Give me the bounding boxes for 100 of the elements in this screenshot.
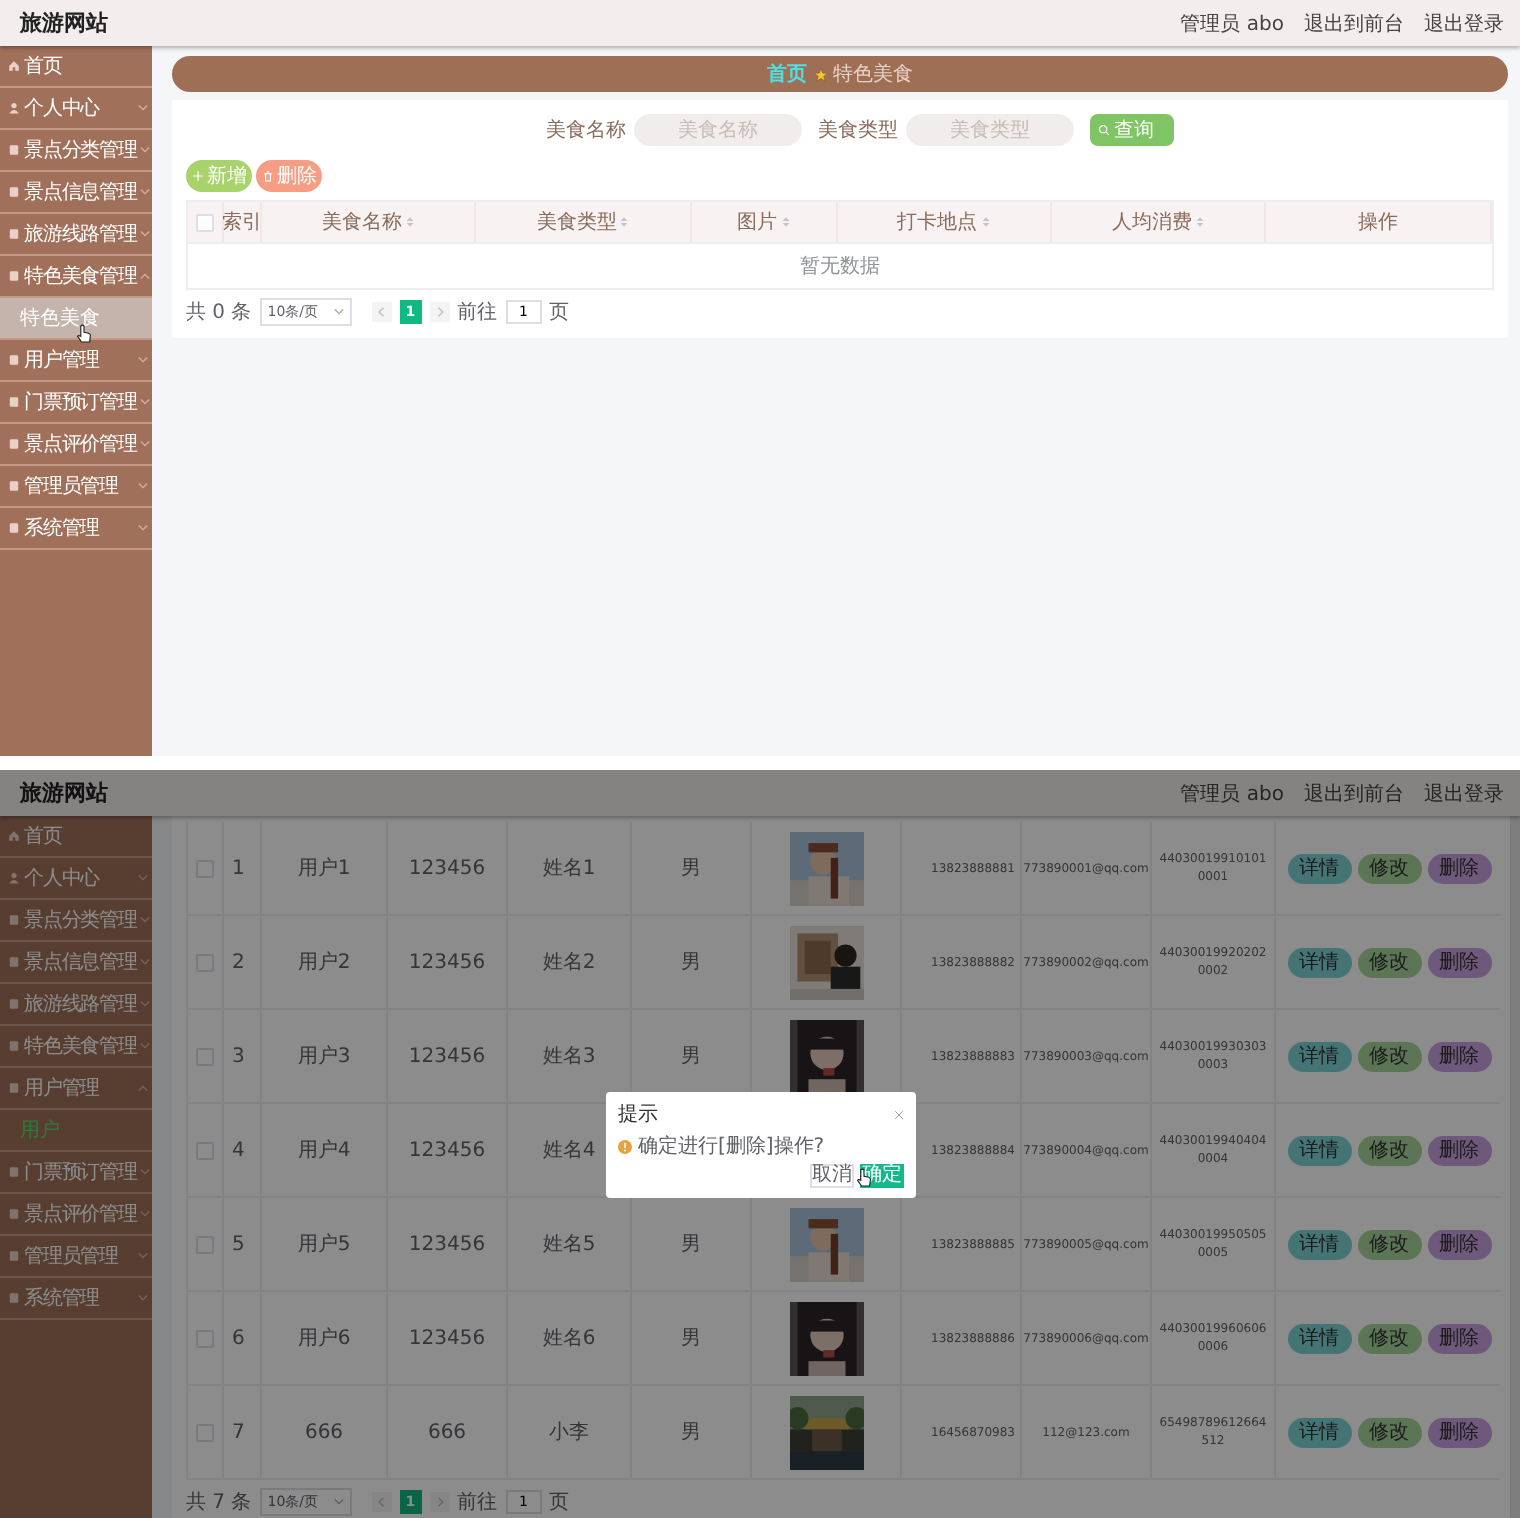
edit-button[interactable]: 修改 [1357, 853, 1421, 883]
document-icon [8, 998, 20, 1010]
details-button[interactable]: 详情 [1287, 1041, 1351, 1071]
document-icon [8, 1250, 20, 1262]
search-label: 美食类型 [818, 117, 898, 144]
column-header[interactable]: 美食名称 [322, 208, 415, 236]
chevron-down-icon [140, 440, 151, 448]
star-icon [813, 67, 827, 81]
previous-page-icon[interactable] [371, 300, 392, 324]
delete-button[interactable]: 删除 [1427, 1229, 1491, 1259]
page-unit: 页 [549, 300, 570, 326]
sidebar-subitem[interactable]: 特色美食 [0, 298, 152, 340]
document-icon [8, 956, 20, 968]
edit-button[interactable]: 修改 [1357, 1135, 1421, 1165]
details-button[interactable]: 详情 [1287, 853, 1351, 883]
chevron-down-icon [138, 874, 148, 882]
delete-button[interactable]: 删除 [1427, 1323, 1491, 1353]
dialog-message: 确定进行[删除]操作? [638, 1133, 825, 1160]
document-icon [8, 914, 20, 926]
sort-icon[interactable] [981, 216, 990, 228]
column-header[interactable]: 美食类型 [536, 208, 629, 236]
goto-label: 前往 [457, 299, 498, 326]
details-button[interactable]: 详情 [1287, 1135, 1351, 1165]
table-cell: 6 [232, 1327, 245, 1349]
edit-button[interactable]: 修改 [1357, 1417, 1421, 1447]
document-icon [8, 354, 20, 366]
chevron-down-icon [140, 1042, 151, 1050]
delete-button[interactable]: 删除 [1427, 1417, 1491, 1447]
header-link[interactable]: 退出到前台 [1304, 779, 1404, 807]
user-icon [8, 102, 20, 114]
table-cell: 123456 [408, 1139, 486, 1161]
chevron-up-icon [140, 272, 151, 280]
details-button[interactable]: 详情 [1287, 1323, 1351, 1353]
column-header[interactable]: 打卡地点 [897, 208, 990, 236]
search-button[interactable]: 查询 [1090, 114, 1174, 146]
table-cell-text: 男 [681, 856, 701, 882]
delete-button[interactable]: 删除 [1427, 853, 1491, 883]
edit-button[interactable]: 修改 [1357, 1323, 1421, 1353]
chevron-down-icon [138, 1294, 148, 1302]
details-button[interactable]: 详情 [1287, 1229, 1351, 1259]
header-link[interactable]: 退出登录 [1424, 779, 1504, 807]
warning-icon [618, 1139, 632, 1153]
sort-icon[interactable] [406, 216, 415, 228]
column-header[interactable]: 人均消费 [1111, 208, 1204, 236]
table-cell: 2 [232, 951, 245, 973]
delete-button[interactable]: 删除 [1427, 1135, 1491, 1165]
document-icon [8, 270, 20, 282]
close-icon[interactable] [894, 1109, 904, 1119]
column-header[interactable]: 图片 [737, 208, 789, 236]
details-button[interactable]: 详情 [1287, 947, 1351, 977]
table-cell: 1 [232, 857, 245, 879]
chevron-down-icon [138, 356, 148, 364]
edit-button[interactable]: 修改 [1357, 947, 1421, 977]
edit-button[interactable]: 修改 [1357, 1041, 1421, 1071]
chevron-down-icon [140, 1168, 151, 1176]
home-icon [8, 830, 20, 842]
sort-icon[interactable] [620, 216, 629, 228]
next-page-icon[interactable] [429, 300, 450, 324]
table-cell: 5 [232, 1233, 245, 1255]
header-link[interactable]: 退出到前台 [1304, 9, 1404, 37]
sort-icon[interactable] [781, 216, 789, 228]
document-icon [8, 438, 20, 450]
chevron-down-icon [138, 104, 148, 112]
table-cell-text: 小李 [549, 1419, 589, 1446]
dialog-title: 提示 [618, 1102, 658, 1128]
document-icon [8, 1166, 20, 1178]
add-button[interactable]: 新增 [186, 160, 252, 192]
breadcrumb-link[interactable]: 首页 [767, 60, 807, 88]
edit-button[interactable]: 修改 [1357, 1229, 1421, 1259]
table-cell-text: 用户1 [297, 855, 351, 882]
table-cell-text: 用户3 [297, 1043, 351, 1070]
table-cell-text: 姓名2 [542, 950, 596, 976]
chevron-down-icon [333, 308, 344, 316]
previous-page-icon[interactable] [371, 1490, 392, 1514]
chevron-down-icon [140, 146, 151, 154]
chevron-down-icon [138, 482, 148, 490]
hand-cursor-icon [76, 324, 92, 344]
chevron-down-icon [140, 1000, 151, 1008]
details-button[interactable]: 详情 [1287, 1417, 1351, 1447]
goto-label: 前往 [457, 1489, 498, 1516]
total-count: 共 7 条 [186, 1489, 252, 1516]
next-page-icon[interactable] [429, 1490, 450, 1514]
table-cell-text: 姓名4 [542, 1138, 596, 1164]
delete-button[interactable]: 删除 [256, 160, 322, 192]
checkbox[interactable] [196, 213, 214, 231]
chevron-up-icon [138, 1084, 148, 1092]
table-cell-text: 姓名5 [542, 1232, 596, 1258]
table-cell-text: 用户5 [297, 1231, 351, 1258]
delete-button[interactable]: 删除 [1427, 947, 1491, 977]
document-icon [8, 1292, 20, 1304]
search-icon [1098, 124, 1110, 136]
chevron-down-icon [140, 188, 151, 196]
chevron-down-icon [333, 1498, 344, 1506]
document-icon [8, 186, 20, 198]
page-unit: 页 [549, 1490, 570, 1516]
header-link[interactable]: 退出登录 [1424, 9, 1504, 37]
document-icon [8, 228, 20, 240]
sort-icon[interactable] [1195, 216, 1204, 228]
delete-button[interactable]: 删除 [1427, 1041, 1491, 1071]
cancel-button[interactable]: 取消 [810, 1164, 854, 1188]
